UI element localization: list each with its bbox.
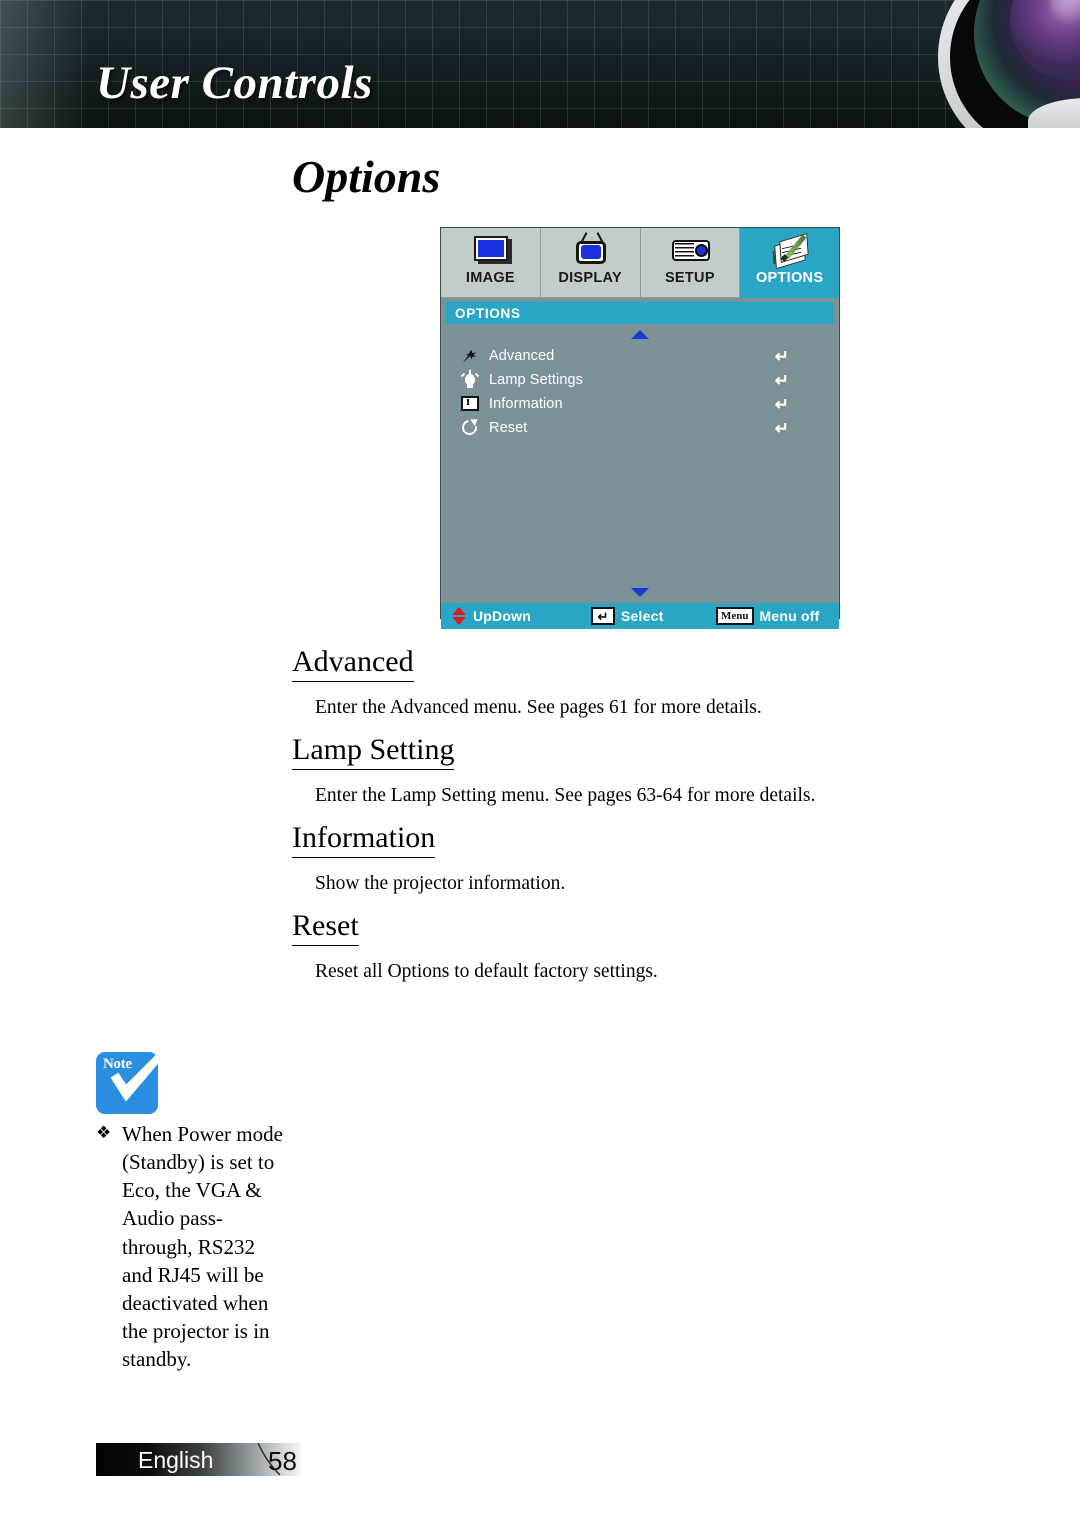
checkmark-icon	[110, 1048, 172, 1102]
osd-footer-bar: UpDown ↵ Select Menu Menu off	[441, 603, 839, 629]
osd-footer-menuoff-label: Menu off	[759, 608, 820, 624]
monitor-icon	[463, 233, 517, 267]
osd-item-reset[interactable]: Reset ↵	[441, 416, 839, 440]
page-header-band: User Controls	[0, 0, 1080, 128]
osd-title-bar: OPTIONS	[446, 302, 834, 324]
info-icon: i	[459, 393, 483, 414]
lightbulb-icon	[459, 370, 483, 390]
osd-menu-panel: IMAGE DISPLAY SETUP OPTIONS OPTIONS Adva…	[440, 227, 840, 629]
updown-arrows-icon	[451, 606, 467, 626]
enter-key-icon: ↵	[591, 607, 615, 625]
tv-icon	[563, 232, 617, 267]
osd-footer-menuoff: Menu Menu off	[716, 607, 819, 625]
osd-footer-select-label: Select	[621, 608, 664, 624]
reset-circular-arrow-icon	[459, 416, 483, 438]
osd-item-information[interactable]: i Information ↵	[441, 392, 839, 416]
osd-item-label: Information	[489, 396, 563, 412]
section-heading: Information	[292, 821, 436, 858]
section-heading: Lamp Setting	[292, 733, 455, 770]
osd-tab-label: DISPLAY	[558, 270, 622, 286]
scroll-up-arrow-icon[interactable]	[631, 330, 649, 339]
enter-arrow-icon: ↵	[774, 394, 789, 414]
osd-tab-label: IMAGE	[465, 270, 515, 286]
osd-tab-display[interactable]: DISPLAY	[540, 228, 641, 298]
osd-item-advanced[interactable]: Advanced ↵	[441, 344, 839, 368]
enter-arrow-icon: ↵	[774, 346, 789, 366]
section-body: Show the projector information.	[315, 872, 566, 894]
osd-item-list: Advanced ↵ Lamp Settings ↵ i Information…	[441, 344, 839, 440]
section-body: Enter the Advanced menu. See pages 61 fo…	[315, 696, 762, 718]
menu-key-icon: Menu	[716, 607, 754, 625]
osd-item-label: Reset	[489, 420, 528, 436]
osd-tab-label: OPTIONS	[755, 270, 824, 286]
page-title: Options	[292, 151, 441, 202]
section-lamp-setting: Lamp Setting Enter the Lamp Setting menu…	[292, 733, 815, 808]
section-body: Reset all Options to default factory set…	[315, 960, 658, 982]
osd-empty-area	[441, 440, 839, 588]
osd-tab-label: SETUP	[664, 270, 715, 286]
osd-item-lamp-settings[interactable]: Lamp Settings ↵	[441, 368, 839, 392]
wand-star-icon	[459, 346, 483, 366]
section-information: Information Show the projector informati…	[292, 821, 565, 896]
section-advanced: Advanced Enter the Advanced menu. See pa…	[292, 645, 762, 720]
footer-language-label: English	[138, 1447, 214, 1473]
header-left-fade	[0, 0, 90, 128]
osd-footer-updown: UpDown	[451, 606, 591, 626]
page-title-banner: User Controls	[96, 57, 373, 109]
note-text: When Power mode (Standby) is set to Eco,…	[122, 1122, 283, 1371]
section-body: Enter the Lamp Setting menu. See pages 6…	[315, 784, 816, 806]
note-text-block: ❖ When Power mode (Standby) is set to Ec…	[96, 1120, 286, 1373]
scroll-down-arrow-icon[interactable]	[631, 588, 649, 597]
osd-tab-bar: IMAGE DISPLAY SETUP OPTIONS	[441, 228, 839, 298]
section-reset: Reset Reset all Options to default facto…	[292, 909, 658, 984]
osd-footer-select: ↵ Select	[591, 607, 716, 625]
osd-tab-options[interactable]: OPTIONS	[740, 228, 839, 298]
section-heading: Reset	[292, 909, 359, 946]
wand-star-glyph	[462, 349, 477, 363]
projector-lens-photo	[900, 0, 1080, 128]
enter-arrow-icon: ↵	[774, 418, 789, 438]
osd-title-text: OPTIONS	[455, 305, 521, 321]
osd-footer-updown-label: UpDown	[473, 608, 531, 624]
notepad-pen-icon	[763, 233, 817, 270]
osd-tab-image[interactable]: IMAGE	[441, 228, 541, 298]
osd-tab-setup[interactable]: SETUP	[640, 228, 741, 298]
osd-item-label: Advanced	[489, 348, 555, 364]
osd-item-label: Lamp Settings	[489, 372, 583, 388]
projector-icon	[663, 233, 717, 267]
section-heading: Advanced	[292, 645, 414, 682]
footer-page-number: 58	[268, 1446, 297, 1476]
enter-arrow-icon: ↵	[774, 370, 789, 390]
note-bullet-icon: ❖	[96, 1123, 112, 1142]
